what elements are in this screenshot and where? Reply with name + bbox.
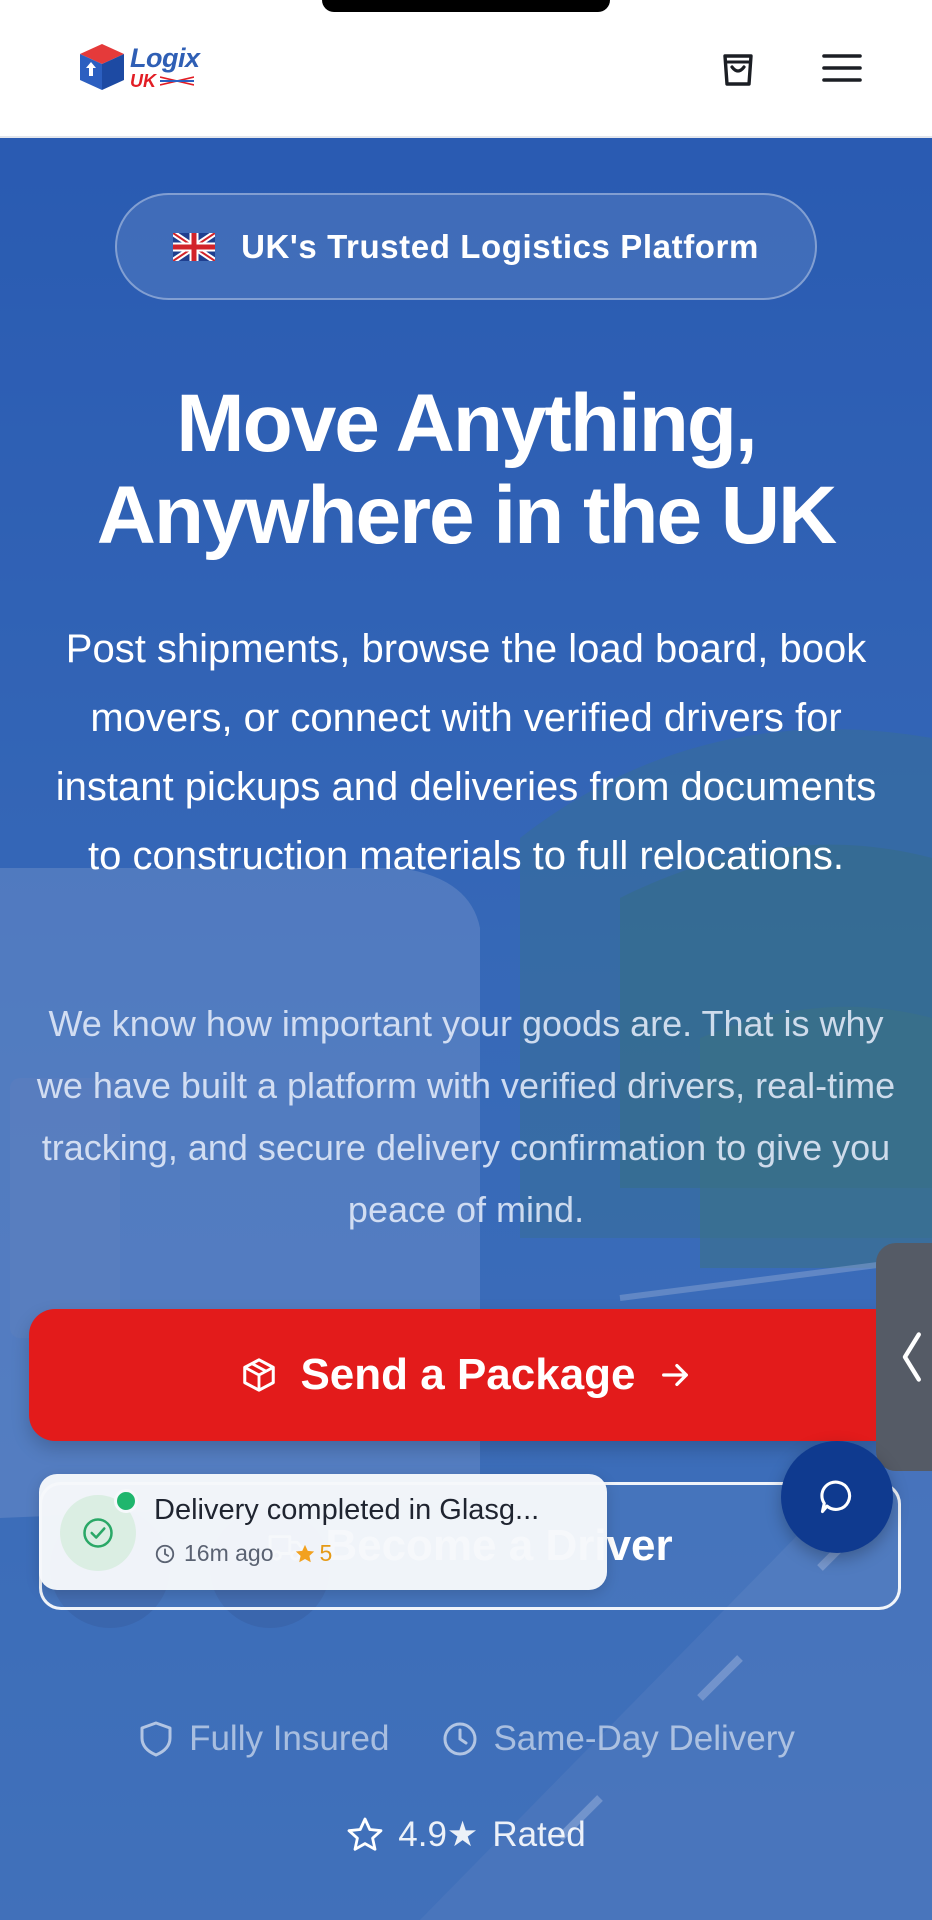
chat-button[interactable]: [781, 1441, 893, 1553]
online-status-dot: [114, 1489, 138, 1513]
logo[interactable]: Logix UK: [78, 42, 200, 92]
check-circle-icon: [83, 1518, 113, 1548]
feature-fully-insured: Fully Insured: [137, 1719, 389, 1759]
rating-label: Rated: [492, 1815, 586, 1854]
toast-time: 16m ago: [184, 1540, 274, 1566]
feature-list: Fully Insured Same-Day Delivery: [0, 1711, 932, 1767]
uk-flag-icon: [173, 232, 216, 261]
feature-same-day: Same-Day Delivery: [441, 1719, 795, 1759]
device-notch: [322, 0, 610, 12]
toast-rating: 5: [294, 1540, 333, 1567]
side-drawer-tab[interactable]: [876, 1243, 932, 1471]
trusted-platform-badge: UK's Trusted Logistics Platform: [115, 193, 817, 300]
toast-meta: 16m ago 5: [154, 1540, 332, 1567]
hero-paragraph: We know how important your goods are. Th…: [36, 1003, 896, 1230]
rating-row: 4.9★ Rated: [0, 1807, 932, 1863]
delivery-notification-toast[interactable]: Delivery completed in Glasg... 16m ago 5: [39, 1474, 607, 1590]
feature-label: Same-Day Delivery: [493, 1719, 795, 1758]
menu-button[interactable]: [820, 48, 864, 88]
hamburger-menu-icon: [822, 54, 862, 82]
arrow-right-icon: [661, 1363, 688, 1387]
toast-stars: 5: [319, 1540, 333, 1566]
chevron-left-icon: [902, 1332, 921, 1382]
star-outline-icon: [347, 1817, 383, 1851]
shield-icon: [140, 1721, 172, 1757]
toast-title: Delivery completed in Glasg...: [154, 1494, 540, 1526]
shopping-bag-icon: [723, 54, 753, 86]
headline-line-2: Anywhere in the UK: [96, 470, 838, 561]
clock-icon: [155, 1544, 175, 1563]
headline-line-1: Move Anything,: [176, 378, 757, 469]
clock-icon: [443, 1722, 477, 1756]
chat-bubble-icon: [820, 1480, 852, 1514]
site-header: Logix UK: [0, 0, 932, 138]
box-logo-icon: [80, 44, 124, 90]
page-title: Move Anything, Anywhere in the UK: [0, 378, 932, 562]
send-package-label: Send a Package: [300, 1350, 636, 1399]
logo-uk-text: UK: [130, 70, 156, 91]
star-icon: [295, 1544, 314, 1562]
hero-subheading: Post shipments, browse the load board, b…: [55, 627, 877, 878]
uk-flag-icon: [160, 74, 194, 87]
feature-label: Fully Insured: [189, 1719, 390, 1758]
hero-section: UK's Trusted Logistics Platform Move Any…: [0, 138, 932, 1920]
rating-value: 4.9★: [398, 1815, 479, 1854]
send-package-button[interactable]: Send a Package: [29, 1309, 903, 1441]
logo-wordmark: Logix: [130, 42, 200, 73]
badge-text: UK's Trusted Logistics Platform: [241, 227, 759, 265]
cart-button[interactable]: [716, 46, 760, 90]
package-icon: [243, 1358, 276, 1392]
